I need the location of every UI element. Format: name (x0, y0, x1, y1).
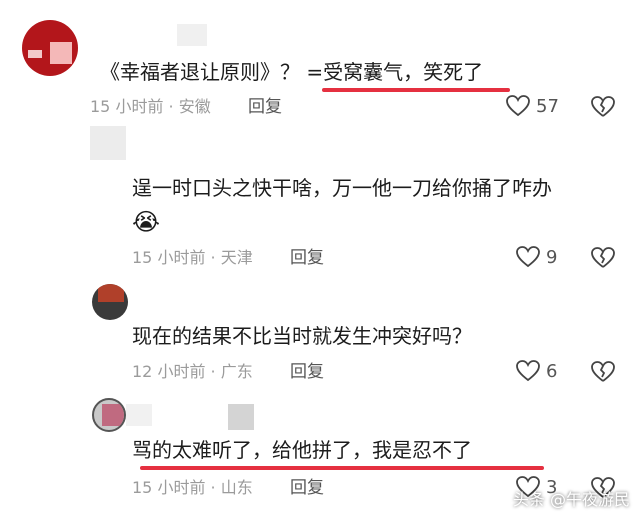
comment-text: 《幸福者退让原则》？ =受窝囊气，笑死了 (100, 60, 484, 84)
dislike-button[interactable] (591, 96, 615, 122)
reply-button[interactable]: 回复 (290, 248, 324, 268)
like-count: 57 (536, 95, 559, 117)
avatar[interactable] (92, 284, 128, 320)
broken-heart-icon (591, 96, 615, 117)
avatar[interactable] (92, 398, 126, 432)
broken-heart-icon (591, 361, 615, 382)
emoji-cry: 😭 (132, 208, 161, 236)
avatar-redacted[interactable] (90, 126, 126, 160)
like-button[interactable]: 6 (516, 360, 557, 382)
comment-1: 《幸福者退让原则》？ =受窝囊气，笑死了 15 小时前 · 安徽 回复 57 (0, 0, 640, 130)
comment-meta: 15 小时前 · 天津 (132, 248, 253, 267)
reply-button[interactable]: 回复 (290, 362, 324, 382)
like-count: 9 (546, 246, 558, 268)
comment-text: 骂的太难听了，给他拼了，我是忍不了 (132, 438, 472, 462)
avatar[interactable] (22, 20, 78, 76)
reply-button[interactable]: 回复 (248, 97, 282, 117)
heart-outline-icon (516, 246, 540, 268)
comment-text: 逞一时口头之快干啥，万一他一刀给你捅了咋办 (132, 176, 552, 200)
comment-2: 逞一时口头之快干啥，万一他一刀给你捅了咋办 😭 15 小时前 · 天津 回复 9 (0, 120, 640, 280)
like-count: 6 (546, 360, 558, 382)
dislike-button[interactable] (591, 361, 615, 387)
badge-redacted (228, 404, 254, 430)
username-redacted (177, 24, 207, 46)
broken-heart-icon (591, 247, 615, 268)
watermark: 头条 @午夜游民 (512, 490, 630, 509)
like-button[interactable]: 57 (506, 95, 559, 117)
username-redacted (126, 404, 152, 426)
like-button[interactable]: 9 (516, 246, 557, 268)
comment-meta: 15 小时前 · 山东 (132, 478, 253, 497)
comment-text: 现在的结果不比当时就发生冲突好吗？ (132, 324, 472, 348)
dislike-button[interactable] (591, 247, 615, 273)
comment-meta: 15 小时前 · 安徽 (90, 97, 211, 116)
highlight-underline (140, 466, 544, 470)
heart-outline-icon (516, 360, 540, 382)
reply-button[interactable]: 回复 (290, 478, 324, 498)
heart-outline-icon (506, 95, 530, 117)
comment-meta: 12 小时前 · 广东 (132, 362, 253, 381)
comment-3: 现在的结果不比当时就发生冲突好吗？ 12 小时前 · 广东 回复 6 (0, 280, 640, 390)
highlight-underline (322, 88, 510, 92)
